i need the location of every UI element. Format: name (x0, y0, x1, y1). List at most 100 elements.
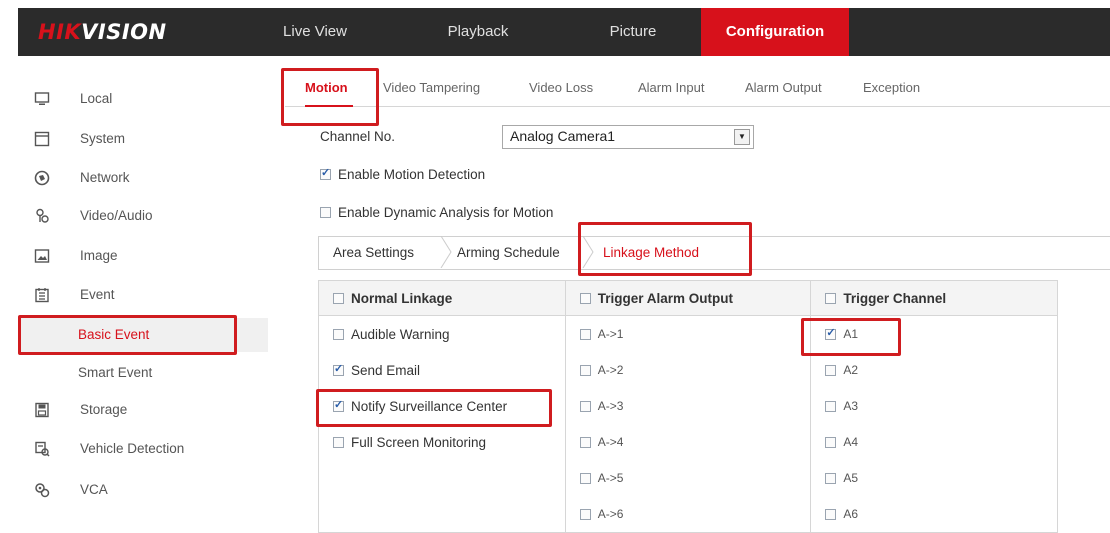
step-separator-icon (440, 236, 452, 268)
table-row: Audible Warning A->1 A1 (318, 315, 1058, 352)
alarm-output-label: A->2 (597, 363, 624, 377)
column-header-trigger-channel: Trigger Channel (810, 280, 1058, 316)
trigger-channel-a1-checkbox[interactable] (825, 326, 837, 340)
tab-video-loss[interactable]: Video Loss (529, 66, 593, 106)
tab-video-tampering[interactable]: Video Tampering (383, 66, 480, 106)
system-icon (34, 131, 50, 147)
hikvision-logo: HIKVISION (38, 20, 167, 44)
trigger-channel-a3-checkbox[interactable] (825, 400, 837, 412)
enable-motion-detection-label: Enable Motion Detection (338, 167, 486, 182)
sidebar-item-image[interactable]: Image (18, 239, 268, 273)
full-screen-monitoring-label: Full Screen Monitoring (351, 434, 487, 450)
sidebar-item-label: Vehicle Detection (80, 441, 185, 456)
step-area-settings[interactable]: Area Settings (333, 237, 414, 269)
alarm-output-a3-checkbox[interactable] (579, 400, 591, 412)
trigger-channel-a4-checkbox[interactable] (825, 436, 837, 448)
column-header-label: Normal Linkage (351, 290, 453, 306)
vehicle-detection-icon (34, 441, 50, 457)
sidebar-subitem-label: Smart Event (78, 365, 153, 380)
event-icon (34, 287, 50, 303)
table-header-row: Normal Linkage Trigger Alarm Output Trig… (318, 280, 1058, 316)
nav-tab-live-view[interactable]: Live View (280, 8, 350, 56)
sidebar-subitem-basic-event[interactable]: Basic Event (18, 318, 268, 352)
table-row: A->6 A6 (318, 496, 1058, 533)
sidebar-item-label: VCA (80, 482, 108, 497)
column-header-label: Trigger Alarm Output (597, 290, 734, 306)
storage-icon (34, 402, 50, 418)
alarm-output-a2-checkbox[interactable] (579, 364, 591, 376)
video-audio-icon (34, 208, 50, 224)
sidebar-item-local[interactable]: Local (18, 82, 268, 116)
top-navigation-bar: HIKVISION Live View Playback Picture Con… (18, 8, 1110, 56)
select-all-alarm-output-checkbox[interactable] (579, 292, 591, 304)
trigger-channel-label: A4 (843, 435, 859, 449)
tab-motion[interactable]: Motion (305, 66, 353, 107)
sidebar-item-storage[interactable]: Storage (18, 393, 268, 427)
column-header-trigger-alarm-output: Trigger Alarm Output (564, 280, 812, 316)
sidebar-item-label: Event (80, 287, 115, 302)
audible-warning-label: Audible Warning (351, 326, 450, 342)
nav-tab-picture[interactable]: Picture (578, 8, 688, 56)
channel-select-value: Analog Camera1 (510, 128, 616, 144)
vca-icon (34, 482, 50, 498)
trigger-channel-label: A1 (843, 327, 859, 341)
sidebar-item-vehicle-detection[interactable]: Vehicle Detection (18, 432, 268, 466)
image-icon (34, 248, 50, 264)
trigger-channel-a2-checkbox[interactable] (825, 364, 837, 376)
alarm-output-label: A->1 (597, 327, 624, 341)
audible-warning-checkbox[interactable] (333, 328, 344, 340)
enable-dynamic-analysis-row: Enable Dynamic Analysis for Motion (320, 205, 553, 220)
table-row: Full Screen Monitoring A->4 A4 (318, 424, 1058, 460)
alarm-output-a4-checkbox[interactable] (579, 436, 591, 448)
alarm-output-a5-checkbox[interactable] (579, 472, 591, 484)
sidebar-item-label: Storage (80, 402, 128, 417)
table-row: Send Email A->2 A2 (318, 352, 1058, 388)
tab-exception[interactable]: Exception (863, 66, 920, 106)
settings-steps: Area Settings Arming Schedule Linkage Me… (318, 236, 1110, 270)
column-header-normal-linkage: Normal Linkage (318, 280, 566, 316)
sidebar-item-system[interactable]: System (18, 122, 268, 156)
select-all-normal-linkage-checkbox[interactable] (333, 292, 344, 304)
monitor-icon (34, 91, 50, 107)
alarm-output-a6-checkbox[interactable] (579, 508, 591, 520)
sidebar-item-label: Network (80, 170, 130, 185)
full-screen-monitoring-checkbox[interactable] (333, 436, 344, 448)
trigger-channel-a5-checkbox[interactable] (825, 472, 837, 484)
step-separator-icon (582, 236, 594, 268)
sidebar-subitem-label: Basic Event (78, 327, 150, 342)
trigger-channel-a6-checkbox[interactable] (825, 508, 837, 520)
chevron-down-icon[interactable]: ▼ (734, 129, 750, 145)
nav-tab-playback[interactable]: Playback (423, 8, 533, 56)
tab-alarm-input[interactable]: Alarm Input (638, 66, 704, 106)
notify-surveillance-center-checkbox[interactable] (333, 398, 344, 412)
sidebar-item-video-audio[interactable]: Video/Audio (18, 199, 268, 233)
notify-surveillance-center-label: Notify Surveillance Center (351, 398, 508, 414)
enable-motion-detection-checkbox[interactable] (320, 166, 331, 180)
tab-alarm-output[interactable]: Alarm Output (745, 66, 822, 106)
sidebar-item-label: Local (80, 91, 113, 106)
sidebar-item-label: Video/Audio (80, 208, 153, 223)
step-linkage-method[interactable]: Linkage Method (603, 237, 699, 269)
column-header-label: Trigger Channel (843, 290, 947, 306)
sidebar-item-vca[interactable]: VCA (18, 473, 268, 507)
step-arming-schedule[interactable]: Arming Schedule (457, 237, 560, 269)
alarm-output-a1-checkbox[interactable] (579, 328, 591, 340)
sidebar-subitem-smart-event[interactable]: Smart Event (18, 356, 268, 390)
trigger-channel-label: A2 (843, 363, 859, 377)
alarm-output-label: A->4 (597, 435, 624, 449)
send-email-label: Send Email (351, 362, 421, 378)
sidebar-item-event[interactable]: Event (18, 278, 268, 312)
enable-dynamic-analysis-label: Enable Dynamic Analysis for Motion (338, 205, 554, 220)
send-email-checkbox[interactable] (333, 362, 344, 376)
enable-dynamic-analysis-checkbox[interactable] (320, 207, 331, 218)
select-all-trigger-channel-checkbox[interactable] (825, 292, 837, 304)
sidebar-item-label: Image (80, 248, 118, 263)
event-type-tabs: Motion Video Tampering Video Loss Alarm … (285, 66, 1110, 107)
channel-select[interactable]: Analog Camera1 ▼ (502, 125, 754, 149)
sidebar-item-network[interactable]: Network (18, 161, 268, 195)
sidebar-item-label: System (80, 131, 126, 146)
nav-tab-configuration[interactable]: Configuration (701, 8, 849, 56)
enable-motion-detection-row: Enable Motion Detection (320, 166, 486, 182)
trigger-channel-label: A3 (843, 399, 859, 413)
alarm-output-label: A->5 (597, 471, 624, 485)
